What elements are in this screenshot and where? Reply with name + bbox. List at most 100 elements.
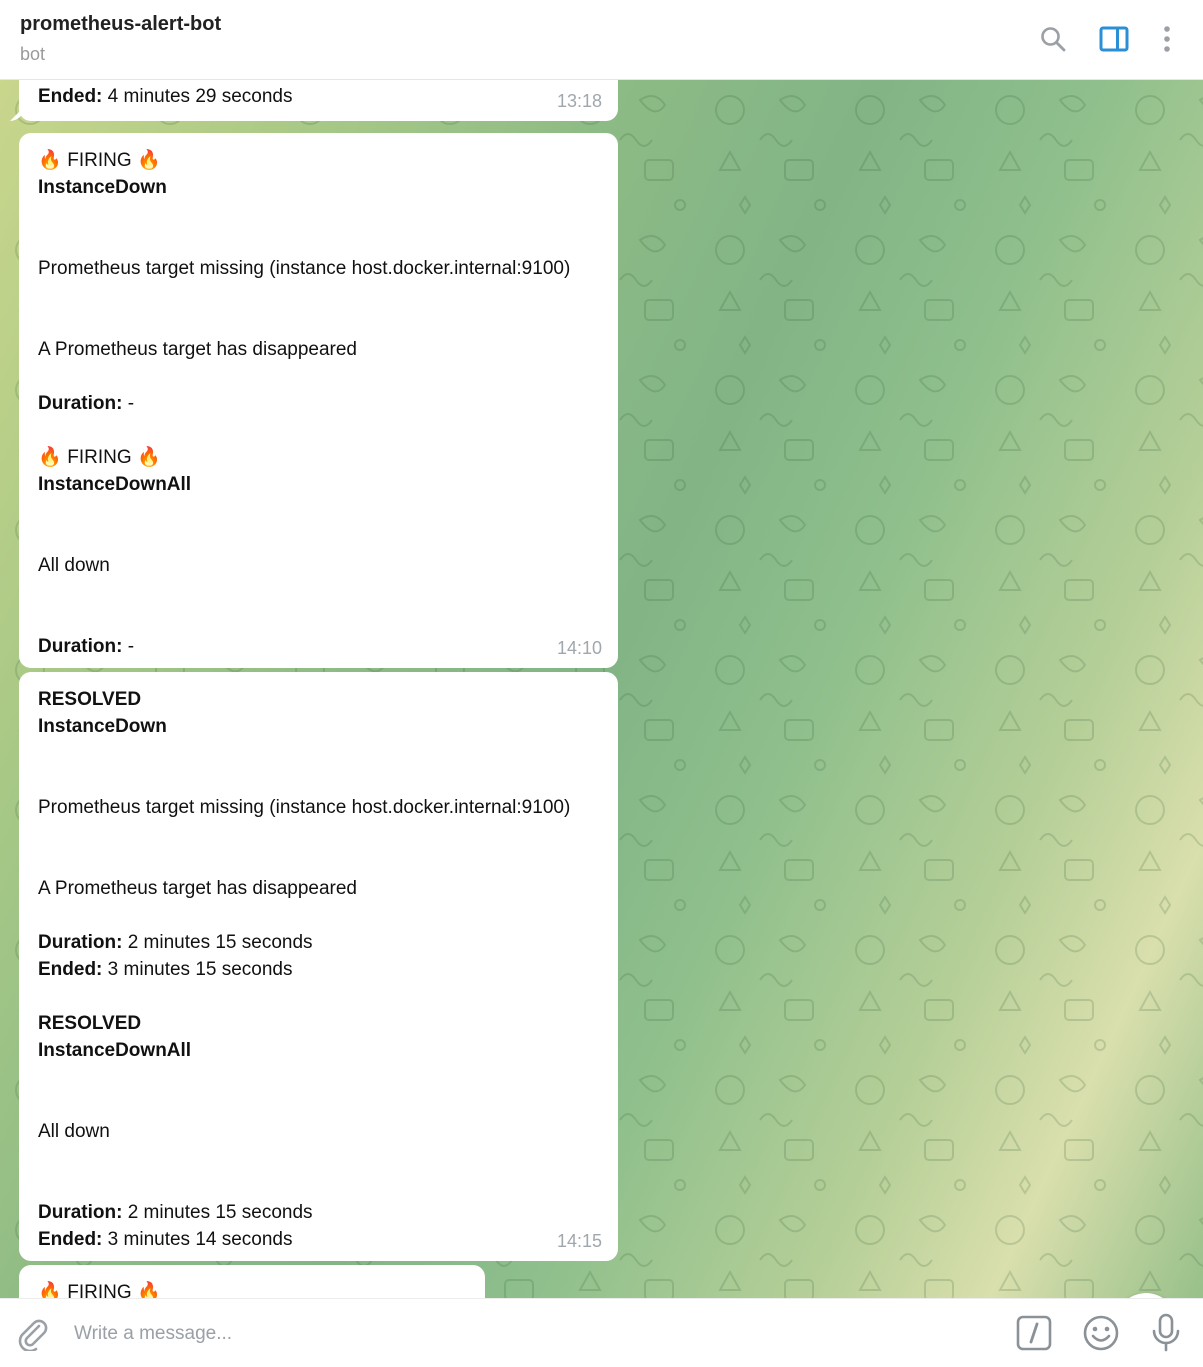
message-line: Prometheus target missing (instance host…: [38, 255, 599, 282]
message-line: All down: [38, 1118, 599, 1145]
message-line: Duration: 2 minutes 15 seconds: [38, 929, 599, 956]
search-icon: [1041, 27, 1066, 52]
message-label: Ended:: [38, 1229, 103, 1250]
message-text: FIRING: [67, 447, 132, 468]
attach-button[interactable]: [14, 1315, 50, 1353]
message-line: [38, 767, 599, 794]
message-line: A Prometheus target has disappeared: [38, 336, 599, 363]
message-timestamp: 14:15: [556, 1231, 602, 1251]
message-line: Duration: -: [38, 633, 599, 660]
message-text: -: [122, 393, 135, 414]
message-text: 4 minutes 29 seconds: [102, 86, 293, 107]
message-line: A Prometheus target has disappeared: [38, 875, 599, 902]
message-line: 🔥 FIRING 🔥: [38, 147, 599, 174]
message-line: [38, 228, 599, 255]
message-text: FIRING: [67, 150, 132, 171]
fire-icon: 🔥: [38, 150, 62, 171]
more-vertical-icon: [1164, 26, 1170, 52]
message-line: [38, 1145, 599, 1172]
message-line: [38, 417, 599, 444]
more-menu-button[interactable]: [1150, 22, 1184, 56]
message-line: Duration: 2 minutes 15 seconds: [38, 1199, 599, 1226]
side-panel-button[interactable]: [1097, 22, 1131, 56]
message-line: [38, 606, 599, 633]
message-text: Prometheus target missing (instance host…: [38, 797, 571, 818]
attach-icon: [18, 1319, 48, 1353]
fire-icon: 🔥: [137, 447, 161, 468]
message-line: InstanceDownAll: [38, 471, 599, 498]
message-line: InstanceDown: [38, 174, 599, 201]
search-button[interactable]: [1036, 22, 1070, 56]
message-line: Duration: -: [38, 390, 599, 417]
message-line: RESOLVED: [38, 1010, 599, 1037]
message-bubble[interactable]: 🔥 FIRING 🔥: [19, 1265, 485, 1298]
message-line: [38, 201, 599, 228]
message-line: [38, 1172, 599, 1199]
message-line: InstanceDown: [38, 713, 599, 740]
message-text: 3 minutes 15 seconds: [102, 959, 293, 980]
message-text: A Prometheus target has disappeared: [38, 878, 357, 899]
message-text: 2 minutes 15 seconds: [122, 1202, 313, 1223]
message-line: [38, 282, 599, 309]
bot-command-icon: [1016, 1315, 1052, 1351]
side-panel-icon: [1099, 26, 1129, 52]
message-text: A Prometheus target has disappeared: [38, 339, 357, 360]
message-line: [38, 363, 599, 390]
message-text: FIRING: [67, 1282, 132, 1298]
message-label: Ended:: [38, 86, 103, 107]
message-label: InstanceDown: [38, 177, 167, 198]
message-line: 🔥 FIRING 🔥: [38, 444, 599, 471]
message-timestamp: 13:18: [556, 91, 602, 111]
emoji-icon: [1083, 1315, 1119, 1351]
message-line: Ended: 4 minutes 29 seconds: [38, 83, 599, 110]
fire-icon: 🔥: [38, 1282, 62, 1298]
message-line: [38, 525, 599, 552]
message-label: InstanceDownAll: [38, 1040, 192, 1061]
message-text: All down: [38, 1121, 110, 1142]
message-label: Duration:: [38, 1202, 123, 1223]
message-line: [38, 983, 599, 1010]
message-composer: [0, 1298, 1203, 1367]
message-line: 🔥 FIRING 🔥: [38, 1279, 466, 1298]
message-line: Prometheus target missing (instance host…: [38, 794, 599, 821]
message-line: All down: [38, 552, 599, 579]
microphone-icon: [1152, 1313, 1180, 1352]
message-text: All down: [38, 555, 110, 576]
message-line: [38, 821, 599, 848]
message-line: [38, 848, 599, 875]
message-line: [38, 579, 599, 606]
message-line: RESOLVED: [38, 686, 599, 713]
chat-area[interactable]: Ended: 4 minutes 29 seconds 13:18 🔥 FIRING…: [0, 80, 1203, 1298]
message-line: InstanceDownAll: [38, 1037, 599, 1064]
message-label: Ended:: [38, 959, 103, 980]
message-line: [38, 1064, 599, 1091]
voice-record-button[interactable]: [1148, 1313, 1184, 1353]
fire-icon: 🔥: [137, 150, 161, 171]
message-bubble[interactable]: RESOLVED InstanceDown Prometheus target mi…: [19, 672, 618, 1261]
message-input[interactable]: [74, 1319, 974, 1349]
message-line: [38, 498, 599, 525]
message-label: RESOLVED: [38, 689, 142, 710]
emoji-button[interactable]: [1082, 1314, 1120, 1352]
message-text: Prometheus target missing (instance host…: [38, 258, 571, 279]
message-text: 3 minutes 14 seconds: [102, 1229, 293, 1250]
fire-icon: 🔥: [137, 1282, 161, 1298]
chat-header: prometheus-alert-bot bot: [0, 0, 1203, 80]
message-label: RESOLVED: [38, 1013, 142, 1034]
message-text: -: [122, 636, 135, 657]
message-label: InstanceDownAll: [38, 474, 192, 495]
fire-icon: 🔥: [38, 447, 62, 468]
chat-subtitle: bot: [20, 44, 46, 64]
message-label: InstanceDown: [38, 716, 167, 737]
message-bubble[interactable]: Ended: 4 minutes 29 seconds 13:18: [19, 80, 618, 121]
chat-title[interactable]: prometheus-alert-bot: [20, 13, 221, 36]
message-timestamp: 14:10: [556, 638, 602, 658]
message-label: Duration:: [38, 393, 123, 414]
bot-command-button[interactable]: [1016, 1315, 1052, 1351]
message-line: [38, 1091, 599, 1118]
message-bubble[interactable]: 🔥 FIRING 🔥 InstanceDown Prometheus target …: [19, 133, 618, 668]
message-line: [38, 902, 599, 929]
message-text: 2 minutes 15 seconds: [122, 932, 313, 953]
message-label: Duration:: [38, 932, 123, 953]
message-line: Ended: 3 minutes 14 seconds: [38, 1226, 599, 1253]
